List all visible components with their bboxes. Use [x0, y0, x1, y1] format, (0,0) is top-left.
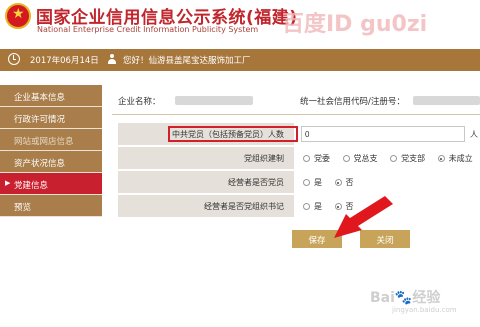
operator-secretary-options: 是 否	[296, 195, 480, 217]
radio-button[interactable]	[303, 155, 310, 162]
form-row-party-org: 党组织建制 党委 党总支 党支部 未成立	[118, 147, 480, 169]
radio-option-not-established[interactable]: 未成立	[437, 153, 473, 164]
sidebar-item-basic-info[interactable]: 企业基本信息	[0, 85, 102, 107]
site-header: 国家企业信用信息公示系统(福建) National Enterprise Cre…	[0, 0, 480, 44]
radio-option-party-committee[interactable]: 党委	[303, 153, 330, 164]
credit-code-redacted	[413, 96, 480, 105]
party-members-input[interactable]	[301, 126, 465, 142]
radio-option-yes[interactable]: 是	[303, 177, 322, 188]
site-subtitle: National Enterprise Credit Information P…	[37, 25, 259, 34]
sidebar-item-asset-status[interactable]: 资产状况信息	[0, 151, 102, 173]
divider	[112, 114, 480, 115]
unit-label: 人	[470, 130, 478, 139]
operator-member-options: 是 否	[296, 171, 480, 193]
close-button[interactable]: 关闭	[360, 230, 410, 248]
radio-button[interactable]	[390, 155, 398, 162]
credit-code-label: 统一社会信用代码/注册号：	[300, 97, 405, 107]
sidebar-nav: 企业基本信息 行政许可情况 网站或网店信息 资产状况信息 ▶ 党建信息 预览	[0, 85, 102, 217]
radio-button[interactable]	[303, 203, 310, 210]
sidebar-item-party-info[interactable]: ▶ 党建信息	[0, 173, 102, 195]
highlight-box	[168, 126, 298, 142]
footer-watermark: Bai🐾经验	[370, 290, 441, 306]
company-name-redacted	[175, 96, 253, 105]
sidebar-item-website-info[interactable]: 网站或网店信息	[0, 129, 102, 151]
radio-option-general-branch[interactable]: 党总支	[342, 153, 378, 164]
sidebar-item-admin-license[interactable]: 行政许可情况	[0, 107, 102, 129]
form-row-operator-secretary: 经营者是否党组织书记 是 否	[118, 195, 480, 217]
company-name-label: 企业名称：	[118, 97, 161, 107]
radio-button-selected[interactable]	[334, 179, 342, 186]
info-bar: 2017年06月14日 您好！仙游县盖尾宝达服饰加工厂	[0, 49, 480, 71]
current-date: 2017年06月14日	[30, 56, 99, 66]
form-row-operator-member: 经营者是否党员 是 否	[118, 171, 480, 193]
radio-button-selected[interactable]	[437, 155, 445, 162]
watermark-text: 百度ID gu0zi	[282, 12, 428, 37]
operator-member-label: 经营者是否党员	[118, 171, 294, 193]
radio-option-no[interactable]: 否	[334, 177, 354, 188]
form-row-party-members: 中共党员（包括预备党员）人数 人	[118, 123, 480, 145]
clock-icon	[8, 53, 20, 65]
greeting-text: 您好！仙游县盖尾宝达服饰加工厂	[123, 56, 251, 66]
triangle-right-icon: ▶	[5, 179, 11, 187]
radio-option-no[interactable]: 否	[334, 201, 354, 212]
radio-option-yes[interactable]: 是	[303, 201, 322, 212]
user-icon	[107, 54, 117, 64]
party-org-label: 党组织建制	[118, 147, 294, 169]
radio-option-branch[interactable]: 党支部	[390, 153, 425, 164]
radio-button[interactable]	[342, 155, 350, 162]
radio-button-selected[interactable]	[334, 203, 342, 210]
radio-button[interactable]	[303, 179, 310, 186]
save-button[interactable]: 保存	[292, 230, 342, 248]
operator-secretary-label: 经营者是否党组织书记	[118, 195, 294, 217]
footer-watermark-url: jingyan.baidu.com	[392, 306, 457, 314]
national-emblem-icon	[5, 3, 31, 29]
sidebar-item-preview[interactable]: 预览	[0, 195, 102, 217]
party-org-options: 党委 党总支 党支部 未成立	[296, 147, 480, 169]
